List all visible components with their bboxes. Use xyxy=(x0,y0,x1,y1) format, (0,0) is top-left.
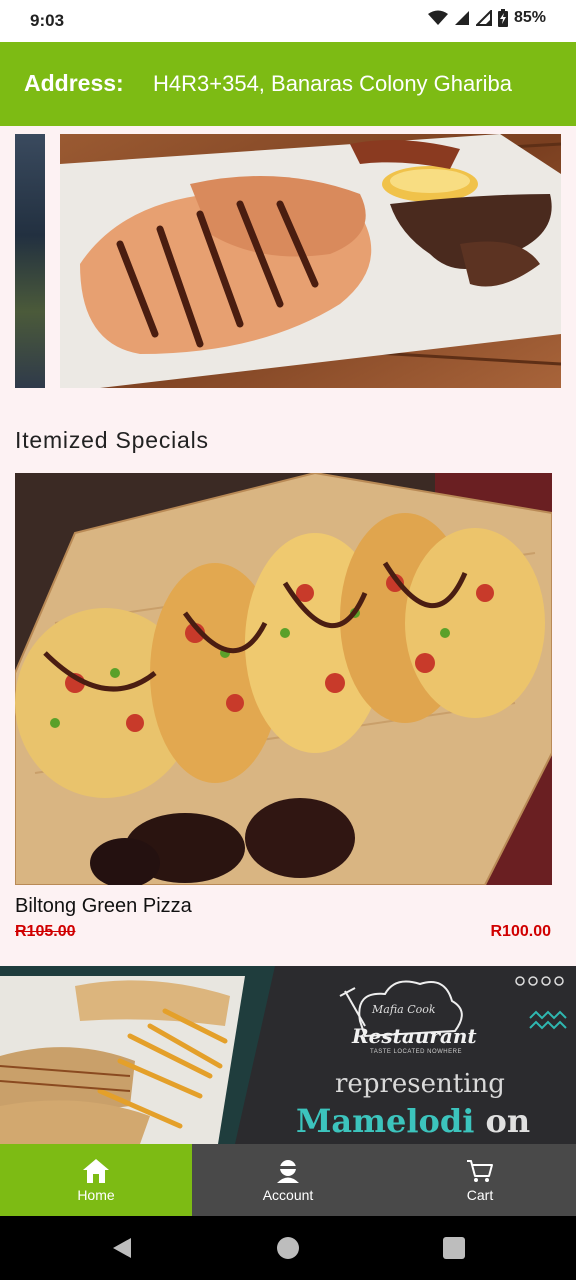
banner-image[interactable] xyxy=(60,134,561,388)
home-circle-icon[interactable] xyxy=(276,1236,300,1260)
account-icon xyxy=(277,1159,299,1183)
special-item-new-price: R100.00 xyxy=(490,923,552,940)
address-value[interactable]: H4R3+354, Banaras Colony Ghariba xyxy=(153,71,512,97)
promo-on-word: on xyxy=(485,1102,531,1140)
battery-percent: 85% xyxy=(513,9,546,26)
promo-mamelodi-word: Mamelodi xyxy=(296,1102,475,1140)
nav-home[interactable]: Home xyxy=(0,1144,192,1216)
signal-icon xyxy=(454,11,469,25)
cart-icon xyxy=(467,1159,493,1182)
signal-icon-secondary xyxy=(475,10,492,26)
special-item-name[interactable]: Biltong Green Pizza xyxy=(15,895,192,918)
bottom-nav: Home Account Cart xyxy=(0,1144,576,1216)
address-label: Address: xyxy=(24,70,124,96)
status-icons: 85% xyxy=(427,9,546,27)
promo-line-representing: representing xyxy=(335,1069,505,1099)
wifi-icon xyxy=(427,10,448,25)
promo-brand-name: Restaurant xyxy=(352,1024,477,1048)
home-icon xyxy=(83,1158,109,1183)
nav-account[interactable]: Account xyxy=(192,1144,384,1216)
special-item-old-price: R105.00 xyxy=(15,923,76,940)
system-nav-bar xyxy=(0,1216,576,1280)
promo-banner[interactable]: Mafia Cook Restaurant TASTE LOCATED NOWH… xyxy=(0,966,576,1144)
nav-home-label: Home xyxy=(77,1186,115,1203)
nav-account-label: Account xyxy=(262,1186,314,1203)
nav-cart-label: Cart xyxy=(466,1186,494,1203)
status-bar: 9:03 85% xyxy=(0,0,576,42)
recents-icon[interactable] xyxy=(442,1236,466,1260)
promo-tagline: TASTE LOCATED NOWHERE xyxy=(370,1049,462,1055)
promo-line-mamelodi: Mamelodi on xyxy=(296,1102,530,1140)
back-icon[interactable] xyxy=(110,1236,134,1260)
section-title-specials: Itemized Specials xyxy=(15,427,209,453)
special-item-image[interactable] xyxy=(15,473,552,885)
status-time: 9:03 xyxy=(30,11,65,30)
banner-previous-slide[interactable] xyxy=(15,134,45,388)
promo-brand-script: Mafia Cook xyxy=(372,1003,436,1016)
nav-cart[interactable]: Cart xyxy=(384,1144,576,1216)
app-header: Address: H4R3+354, Banaras Colony Gharib… xyxy=(0,42,576,126)
battery-icon xyxy=(497,9,508,27)
